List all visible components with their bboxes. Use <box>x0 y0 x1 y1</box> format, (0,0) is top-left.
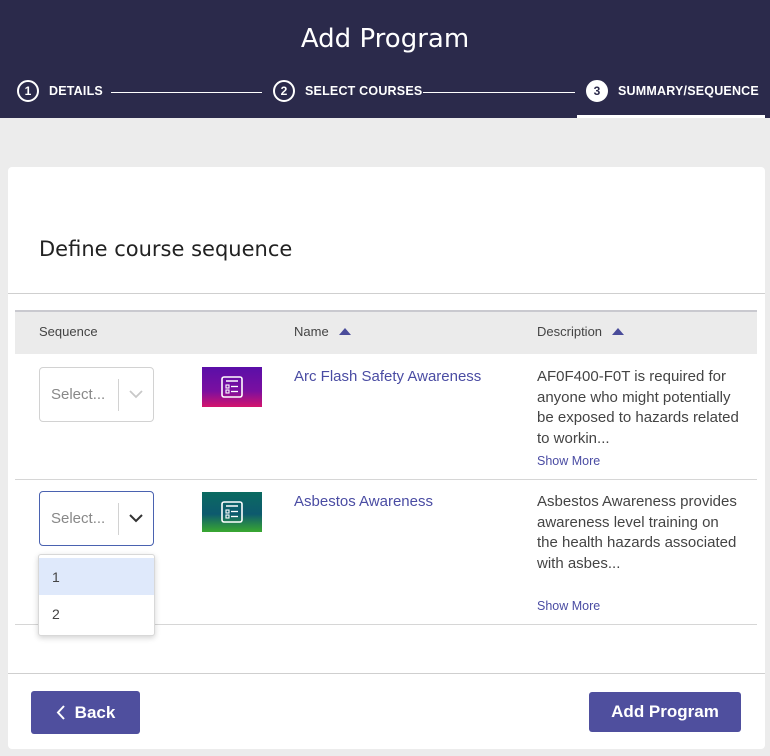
content-card: Define course sequence Sequence Name Des… <box>8 167 765 749</box>
chevron-down-icon[interactable] <box>119 390 153 399</box>
column-label: Name <box>294 324 329 339</box>
back-button[interactable]: Back <box>31 691 140 734</box>
divider <box>8 293 765 294</box>
add-program-button[interactable]: Add Program <box>589 692 741 732</box>
sequence-dropdown-menu: 1 2 <box>38 554 155 636</box>
sequence-select[interactable]: Select... <box>39 491 154 546</box>
section-title: Define course sequence <box>39 237 293 261</box>
course-icon <box>202 367 262 407</box>
step-label: SELECT COURSES <box>305 84 423 98</box>
step-select-courses[interactable]: 2 SELECT COURSES <box>273 80 422 102</box>
course-description: Asbestos Awareness provides awareness le… <box>537 493 737 572</box>
table-header: Sequence Name Description <box>15 310 757 354</box>
row-divider <box>15 479 757 480</box>
select-placeholder: Select... <box>51 510 106 527</box>
step-label: DETAILS <box>49 84 103 98</box>
step-number: 3 <box>586 80 608 102</box>
active-step-indicator <box>577 115 765 118</box>
show-more-link[interactable]: Show More <box>537 599 600 613</box>
dropdown-option-2[interactable]: 2 <box>39 595 154 632</box>
step-number: 1 <box>17 80 39 102</box>
column-sequence: Sequence <box>39 324 98 339</box>
step-label: SUMMARY/SEQUENCE <box>618 84 759 98</box>
course-description: AF0F400-F0T is required for anyone who m… <box>537 368 739 447</box>
course-name-link[interactable]: Asbestos Awareness <box>294 493 433 510</box>
column-description[interactable]: Description <box>537 324 625 339</box>
step-summary-sequence[interactable]: 3 SUMMARY/SEQUENCE <box>586 80 759 102</box>
header: Add Program 1 DETAILS 2 SELECT COURSES 3… <box>0 0 770 118</box>
page-title: Add Program <box>300 24 470 54</box>
course-name-link[interactable]: Arc Flash Safety Awareness <box>294 368 481 385</box>
step-connector <box>111 92 262 93</box>
chevron-down-icon[interactable] <box>119 514 153 523</box>
step-details[interactable]: 1 DETAILS <box>17 80 103 102</box>
sequence-select[interactable]: Select... <box>39 367 154 422</box>
column-label: Description <box>537 324 603 339</box>
column-label: Sequence <box>39 324 98 339</box>
chevron-left-icon <box>56 705 65 720</box>
course-icon <box>202 492 262 532</box>
dropdown-option-1[interactable]: 1 <box>39 558 154 595</box>
sort-asc-icon[interactable] <box>612 328 625 335</box>
sort-asc-icon[interactable] <box>338 328 351 335</box>
divider <box>8 673 765 674</box>
select-placeholder: Select... <box>51 386 106 403</box>
show-more-link[interactable]: Show More <box>537 454 600 468</box>
step-number: 2 <box>273 80 295 102</box>
back-label: Back <box>74 702 116 722</box>
column-name[interactable]: Name <box>294 324 351 339</box>
step-connector <box>423 92 575 93</box>
